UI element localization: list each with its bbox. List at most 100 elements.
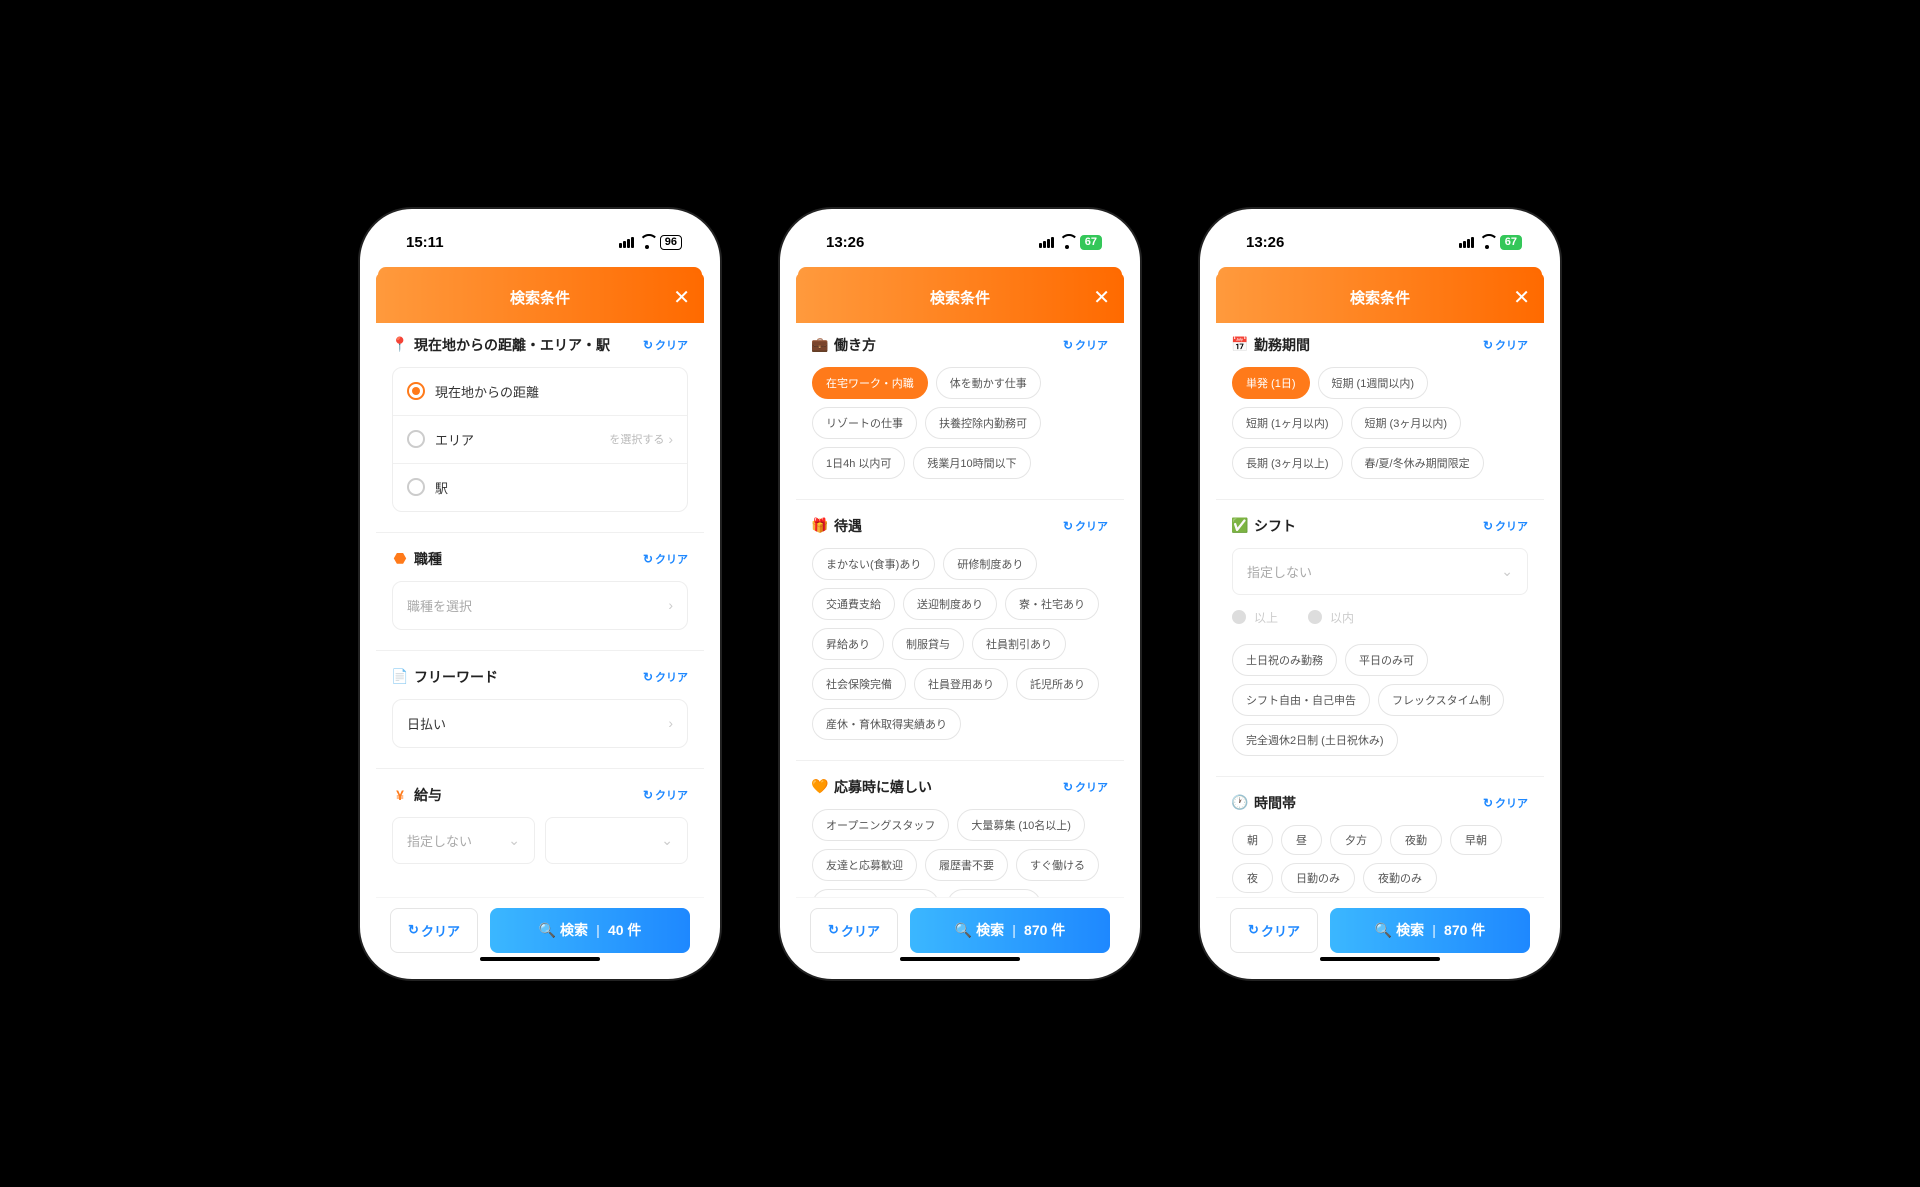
clear-shift[interactable]: クリア bbox=[1483, 518, 1528, 534]
clear-timeslot[interactable]: クリア bbox=[1483, 795, 1528, 811]
chip[interactable]: 夜 bbox=[1232, 863, 1273, 893]
chip[interactable]: 1日4h 以内可 bbox=[812, 447, 905, 479]
chip[interactable]: 完全週休2日制 (土日祝休み) bbox=[1232, 724, 1398, 756]
chip[interactable]: フレックスタイム制 bbox=[1378, 684, 1504, 716]
clear-all-button[interactable]: クリア bbox=[810, 908, 898, 953]
clear-apply[interactable]: クリア bbox=[1063, 779, 1108, 795]
status-time: 13:26 bbox=[826, 234, 864, 251]
pin-icon: 📍 bbox=[392, 337, 408, 353]
search-icon: 🔍 bbox=[539, 922, 556, 939]
chip[interactable]: 社会保険完備 bbox=[812, 668, 906, 700]
chip[interactable]: 土日祝のみ勤務 bbox=[1232, 644, 1337, 676]
search-button[interactable]: 🔍 検索 | 870 件 bbox=[1330, 908, 1530, 953]
heart-icon: 🧡 bbox=[812, 779, 828, 795]
chip[interactable]: 友達と応募歓迎 bbox=[812, 849, 917, 881]
section-freeword: 📄フリーワード クリア 日払い › bbox=[392, 667, 688, 748]
salary-amount-select[interactable]: ⌄ bbox=[545, 817, 688, 864]
chip[interactable]: 単発 (1日) bbox=[1232, 367, 1310, 399]
shift-select[interactable]: 指定しない ⌄ bbox=[1232, 548, 1528, 595]
modal-header: 検索条件 ✕ bbox=[1216, 273, 1544, 323]
section-jobtype: ⬣職種 クリア 職種を選択 › bbox=[392, 549, 688, 630]
chip[interactable]: オープニングスタッフ bbox=[812, 809, 949, 841]
clear-all-button[interactable]: クリア bbox=[1230, 908, 1318, 953]
clear-workstyle[interactable]: クリア bbox=[1063, 337, 1108, 353]
chip[interactable]: 研修制度あり bbox=[943, 548, 1037, 580]
radio-area[interactable]: エリア を選択する› bbox=[393, 415, 687, 463]
chip[interactable]: 短期 (3ヶ月以内) bbox=[1351, 407, 1462, 439]
chip[interactable]: 扶養控除内勤務可 bbox=[925, 407, 1041, 439]
section-timeslot: 🕐時間帯 クリア 朝 昼 夕方 夜勤 早朝 夜 日勤のみ 夜勤のみ bbox=[1232, 793, 1528, 893]
chip[interactable]: すぐ働ける bbox=[1016, 849, 1099, 881]
section-workstyle: 💼働き方 クリア 在宅ワーク・内職 体を動かす仕事 リゾートの仕事 扶養控除内勤… bbox=[812, 335, 1108, 479]
phone-1: 15:11 96 検索条件 ✕ 📍現在地からの距離・エリア・駅 クリア 現在地か… bbox=[360, 209, 720, 979]
chip[interactable]: 夕方 bbox=[1330, 825, 1382, 855]
search-button[interactable]: 🔍 検索 | 870 件 bbox=[910, 908, 1110, 953]
yen-icon: ¥ bbox=[392, 787, 408, 803]
chip[interactable]: 面接確約あり bbox=[947, 889, 1041, 897]
range-row: 以上 以内 bbox=[1232, 609, 1528, 626]
chip[interactable]: 在宅ワーク・内職 bbox=[812, 367, 928, 399]
cellular-icon bbox=[619, 237, 634, 248]
chip[interactable]: リゾートの仕事 bbox=[812, 407, 917, 439]
range-max[interactable]: 以内 bbox=[1308, 609, 1354, 626]
chip[interactable]: 履歴書不要 bbox=[925, 849, 1008, 881]
chip[interactable]: 社員割引あり bbox=[972, 628, 1066, 660]
chip[interactable]: 大量募集 (10名以上) bbox=[957, 809, 1085, 841]
close-icon[interactable]: ✕ bbox=[1513, 285, 1530, 310]
content: 📍現在地からの距離・エリア・駅 クリア 現在地からの距離 エリア を選択する› … bbox=[376, 323, 704, 897]
radio-distance[interactable]: 現在地からの距離 bbox=[393, 368, 687, 415]
chip[interactable]: 短期 (1週間以内) bbox=[1318, 367, 1429, 399]
chip[interactable]: 朝 bbox=[1232, 825, 1273, 855]
clear-freeword[interactable]: クリア bbox=[643, 669, 688, 685]
radio-station[interactable]: 駅 bbox=[393, 463, 687, 511]
clear-all-button[interactable]: クリア bbox=[390, 908, 478, 953]
chip[interactable]: 平日のみ可 bbox=[1345, 644, 1428, 676]
freeword-input[interactable]: 日払い › bbox=[393, 700, 687, 747]
search-icon: 🔍 bbox=[1375, 922, 1392, 939]
apply-chips: オープニングスタッフ 大量募集 (10名以上) 友達と応募歓迎 履歴書不要 すぐ… bbox=[812, 809, 1108, 897]
clear-period[interactable]: クリア bbox=[1483, 337, 1528, 353]
chip[interactable]: 長期 (3ヶ月以上) bbox=[1232, 447, 1343, 479]
clear-benefits[interactable]: クリア bbox=[1063, 518, 1108, 534]
range-min[interactable]: 以上 bbox=[1232, 609, 1278, 626]
close-icon[interactable]: ✕ bbox=[1093, 285, 1110, 310]
close-icon[interactable]: ✕ bbox=[673, 285, 690, 310]
chip[interactable]: 夜勤 bbox=[1390, 825, 1442, 855]
chip[interactable]: 残業月10時間以下 bbox=[913, 447, 1030, 479]
phone-3: 13:26 67 検索条件 ✕ 📅勤務期間 クリア 単発 (1日) 短期 (1週… bbox=[1200, 209, 1560, 979]
document-icon: 📄 bbox=[392, 669, 408, 685]
clear-location[interactable]: クリア bbox=[643, 337, 688, 353]
chip[interactable]: 短期 (1ヶ月以内) bbox=[1232, 407, 1343, 439]
chip[interactable]: 寮・社宅あり bbox=[1005, 588, 1099, 620]
benefits-chips: まかない(食事)あり 研修制度あり 交通費支給 送迎制度あり 寮・社宅あり 昇給… bbox=[812, 548, 1108, 740]
chip[interactable]: 送迎制度あり bbox=[903, 588, 997, 620]
period-chips: 単発 (1日) 短期 (1週間以内) 短期 (1ヶ月以内) 短期 (3ヶ月以内)… bbox=[1232, 367, 1528, 479]
chip[interactable]: まかない(食事)あり bbox=[812, 548, 935, 580]
chip[interactable]: 制服貸与 bbox=[892, 628, 964, 660]
phone-2: 13:26 67 検索条件 ✕ 💼働き方 クリア 在宅ワーク・内職 体を動かす仕… bbox=[780, 209, 1140, 979]
chip[interactable]: 社員登用あり bbox=[914, 668, 1008, 700]
chevron-right-icon: › bbox=[668, 715, 673, 731]
clock-icon: 🕐 bbox=[1232, 795, 1248, 811]
chip[interactable]: 昼 bbox=[1281, 825, 1322, 855]
search-button[interactable]: 🔍 検索 | 40 件 bbox=[490, 908, 690, 953]
chip[interactable]: 夜勤のみ bbox=[1363, 863, 1437, 893]
home-indicator bbox=[900, 957, 1020, 961]
chip[interactable]: 日勤のみ bbox=[1281, 863, 1355, 893]
chip[interactable]: 体を動かす仕事 bbox=[936, 367, 1041, 399]
clear-salary[interactable]: クリア bbox=[643, 787, 688, 803]
badge-icon: ⬣ bbox=[392, 551, 408, 567]
jobtype-select[interactable]: 職種を選択 › bbox=[393, 582, 687, 629]
chip[interactable]: 交通費支給 bbox=[812, 588, 895, 620]
chip[interactable]: 春/夏/冬休み期間限定 bbox=[1351, 447, 1484, 479]
section-salary: ¥給与 クリア 指定しない ⌄ ⌄ bbox=[392, 785, 688, 864]
chip[interactable]: 早朝 bbox=[1450, 825, 1502, 855]
chip[interactable]: シフト自由・自己申告 bbox=[1232, 684, 1370, 716]
clear-jobtype[interactable]: クリア bbox=[643, 551, 688, 567]
chip[interactable]: 産休・育休取得実績あり bbox=[812, 708, 961, 740]
chip[interactable]: 託児所あり bbox=[1016, 668, 1099, 700]
salary-type-select[interactable]: 指定しない ⌄ bbox=[392, 817, 535, 864]
wifi-icon bbox=[1059, 237, 1075, 249]
chip[interactable]: オンライン面接可能 bbox=[812, 889, 939, 897]
chip[interactable]: 昇給あり bbox=[812, 628, 884, 660]
